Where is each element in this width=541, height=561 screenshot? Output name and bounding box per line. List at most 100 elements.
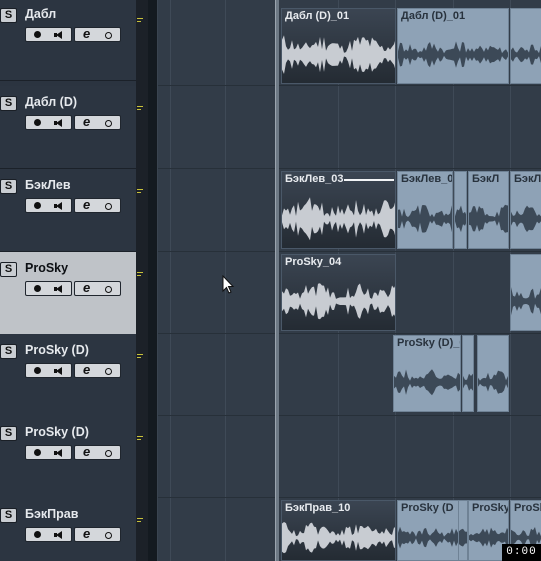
record-enable-icon[interactable] [34, 31, 41, 38]
meter-tick [137, 109, 141, 110]
audio-event[interactable] [458, 500, 468, 561]
event-name: БэкЛ [514, 173, 541, 185]
edit-channel-icon[interactable]: e [83, 527, 90, 541]
track-separator [158, 333, 541, 334]
edit-group: e [74, 281, 121, 296]
track-controls: e [25, 527, 121, 542]
record-enable-icon[interactable] [34, 119, 41, 126]
monitor-speaker-icon[interactable] [56, 285, 62, 293]
waveform [463, 373, 473, 391]
track-name[interactable]: Дабл (D) [25, 95, 77, 109]
time-display: 0:00 [502, 544, 541, 561]
volume-line[interactable] [344, 179, 394, 181]
meter-tick [137, 521, 141, 522]
event-name: БэкЛев_03 [285, 173, 344, 185]
record-enable-icon[interactable] [34, 202, 41, 209]
audio-event[interactable] [510, 254, 541, 331]
meter-tick [137, 354, 143, 355]
record-enable-icon[interactable] [34, 285, 41, 292]
solo-button[interactable]: S [0, 508, 17, 523]
audio-event[interactable] [510, 8, 541, 84]
solo-button[interactable]: S [0, 426, 17, 441]
track-divider[interactable] [148, 0, 158, 561]
monitor-speaker-icon[interactable] [56, 202, 62, 210]
meter-tick [137, 439, 141, 440]
audio-event[interactable] [462, 335, 474, 412]
audio-event[interactable]: БэкЛ [510, 171, 541, 249]
edit-channel-icon[interactable]: e [83, 115, 90, 129]
edit-channel-icon[interactable]: e [83, 281, 90, 295]
track-name[interactable]: БэкПрав [25, 507, 78, 521]
monitor-speaker-icon[interactable] [56, 449, 62, 457]
solo-button[interactable]: S [0, 344, 17, 359]
waveform [511, 287, 541, 316]
track-name[interactable]: БэкЛев [25, 178, 71, 192]
waveform [459, 528, 467, 547]
track-controls: e [25, 281, 121, 296]
event-name: Дабл (D)_01 [285, 10, 350, 22]
track-header[interactable]: S БэкПрав e [0, 498, 136, 561]
solo-button[interactable]: S [0, 8, 17, 23]
track-separator [158, 415, 541, 416]
event-name: БэкЛев_0 [401, 173, 453, 185]
track-controls: e [25, 27, 121, 42]
track-name[interactable]: ProSky (D) [25, 343, 89, 357]
level-meter-column [136, 0, 148, 561]
edit-channel-icon[interactable]: e [83, 363, 90, 377]
audio-event[interactable] [477, 335, 509, 412]
track-header[interactable]: S Дабл (D) e [0, 86, 136, 169]
meter-tick [137, 106, 143, 107]
audio-event[interactable]: Дабл (D)_01 [397, 8, 509, 84]
record-monitor-group [25, 527, 72, 542]
audio-event[interactable]: ProSky_04 [281, 254, 396, 331]
audio-event[interactable]: ProSky (D [397, 500, 467, 561]
monitor-speaker-icon[interactable] [56, 31, 62, 39]
edit-channel-icon[interactable]: e [83, 198, 90, 212]
read-automation-icon[interactable] [105, 368, 112, 375]
record-monitor-group [25, 445, 72, 460]
edit-group: e [74, 115, 121, 130]
audio-event[interactable]: БэкЛев_0 [397, 171, 453, 249]
track-name[interactable]: Дабл [25, 7, 56, 21]
record-enable-icon[interactable] [34, 367, 41, 374]
audio-event[interactable]: ProSky (D)_0 [393, 335, 461, 412]
event-name: ProSky (D [401, 502, 454, 514]
event-name: ProSky [472, 502, 509, 514]
monitor-speaker-icon[interactable] [56, 531, 62, 539]
event-name: ProSk [514, 502, 541, 514]
track-header[interactable]: S ProSky (D) e [0, 334, 136, 417]
read-automation-icon[interactable] [105, 450, 112, 457]
monitor-speaker-icon[interactable] [56, 119, 62, 127]
track-separator [158, 497, 541, 498]
track-header[interactable]: S БэкЛев e [0, 169, 136, 252]
track-name[interactable]: ProSky [25, 261, 68, 275]
audio-event[interactable]: БэкЛ [468, 171, 509, 249]
read-automation-icon[interactable] [105, 32, 112, 39]
meter-tick [137, 357, 141, 358]
track-header[interactable]: S ProSky (D) e [0, 416, 136, 499]
record-enable-icon[interactable] [34, 449, 41, 456]
track-header[interactable]: S ProSky e [0, 252, 136, 335]
edit-group: e [74, 363, 121, 378]
edit-channel-icon[interactable]: e [83, 27, 90, 41]
solo-button[interactable]: S [0, 96, 17, 111]
read-automation-icon[interactable] [105, 532, 112, 539]
read-automation-icon[interactable] [105, 120, 112, 127]
meter-tick [137, 18, 143, 19]
edit-channel-icon[interactable]: e [83, 445, 90, 459]
monitor-speaker-icon[interactable] [56, 367, 62, 375]
audio-event[interactable]: БэкПрав_10 [281, 500, 396, 561]
audio-event[interactable] [454, 171, 467, 249]
solo-button[interactable]: S [0, 179, 17, 194]
read-automation-icon[interactable] [105, 286, 112, 293]
event-name: БэкЛ [472, 173, 500, 185]
track-header[interactable]: S Дабл e [0, 0, 136, 81]
solo-button[interactable]: S [0, 262, 17, 277]
project-cursor[interactable] [275, 0, 279, 561]
read-automation-icon[interactable] [105, 203, 112, 210]
audio-event[interactable]: БэкЛев_03 [281, 171, 396, 249]
track-name[interactable]: ProSky (D) [25, 425, 89, 439]
audio-event[interactable]: Дабл (D)_01 [281, 8, 396, 84]
record-enable-icon[interactable] [34, 531, 41, 538]
record-monitor-group [25, 27, 72, 42]
